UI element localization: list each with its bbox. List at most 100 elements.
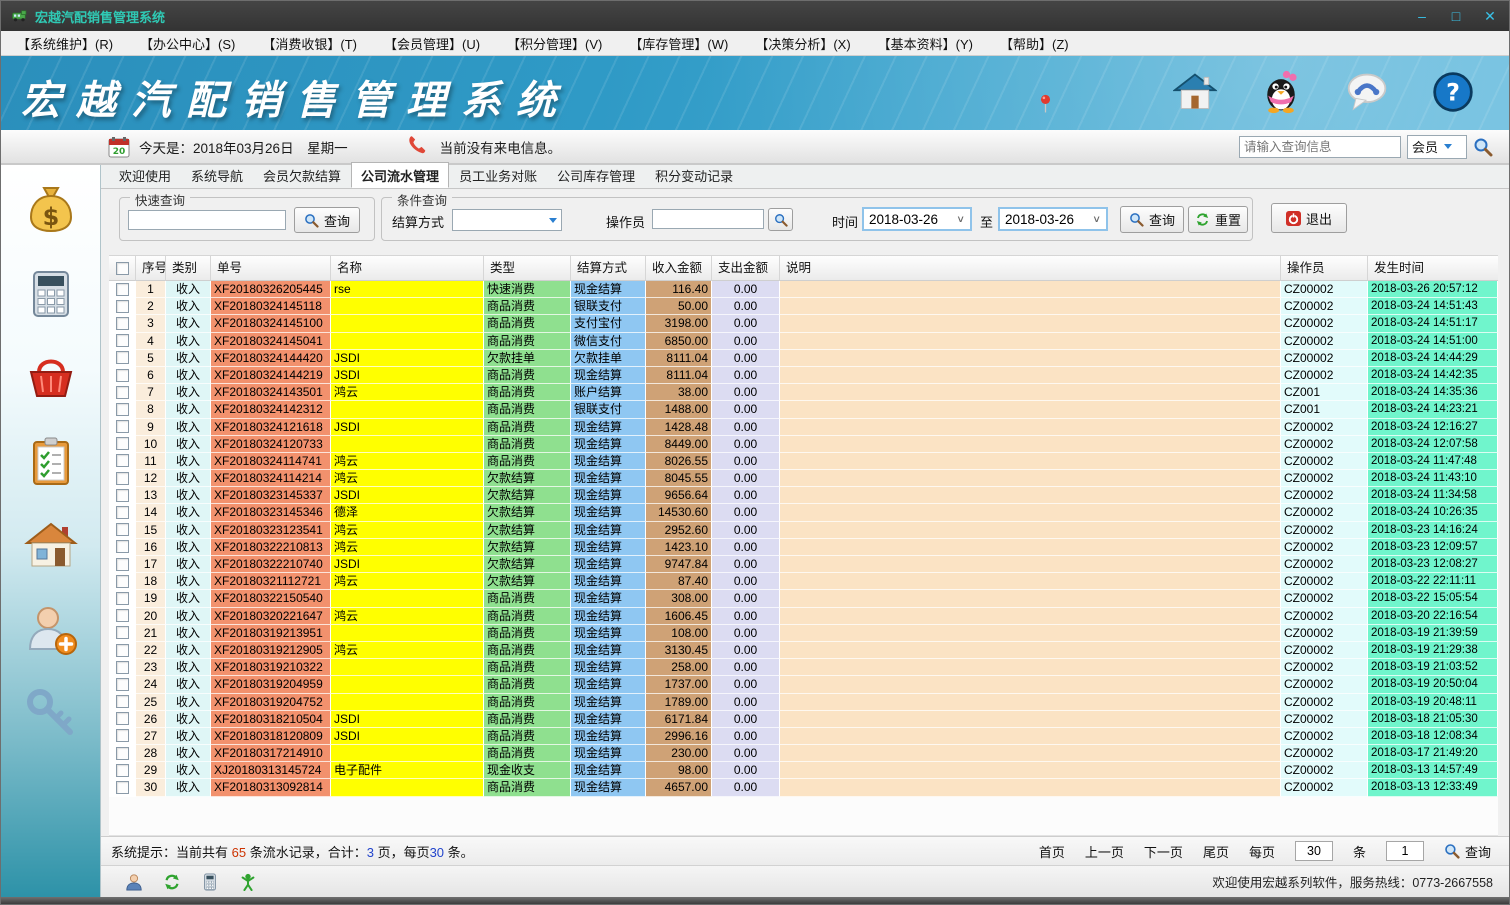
row-checkbox[interactable]	[116, 317, 129, 330]
table-row[interactable]: 3收入XF20180324145100商品消费支付宝付3198.000.00CZ…	[109, 315, 1498, 332]
row-checkbox[interactable]	[116, 403, 129, 416]
row-checkbox[interactable]	[116, 454, 129, 467]
quick-query-input[interactable]	[128, 210, 286, 230]
row-checkbox[interactable]	[116, 575, 129, 588]
condition-query-button[interactable]: 查询	[1120, 206, 1184, 233]
row-checkbox[interactable]	[116, 283, 129, 296]
menu-member[interactable]: 【会员管理】(U)	[384, 34, 480, 53]
menu-help[interactable]: 【帮助】(Z)	[1000, 34, 1069, 53]
row-checkbox[interactable]	[116, 781, 129, 794]
header-name[interactable]: 名称	[331, 255, 484, 281]
tab-system-nav[interactable]: 系统导航	[181, 162, 253, 188]
table-row[interactable]: 10收入XF20180324120733商品消费现金结算8449.000.00C…	[109, 436, 1498, 453]
member-search-input[interactable]	[1239, 136, 1401, 158]
table-row[interactable]: 20收入XF20180320221647鸿云商品消费现金结算1606.450.0…	[109, 608, 1498, 625]
row-checkbox[interactable]	[116, 712, 129, 725]
row-checkbox[interactable]	[116, 506, 129, 519]
header-operator[interactable]: 操作员	[1281, 255, 1368, 281]
select-all-checkbox[interactable]	[116, 262, 129, 275]
table-row[interactable]: 4收入XF20180324145041商品消费微信支付6850.000.00CZ…	[109, 333, 1498, 350]
row-checkbox[interactable]	[116, 300, 129, 313]
maximize-button[interactable]: □	[1447, 1, 1465, 31]
prev-page-button[interactable]: 上一页	[1085, 842, 1124, 861]
header-category[interactable]: 类别	[166, 255, 211, 281]
menu-inventory[interactable]: 【库存管理】(W)	[629, 34, 728, 53]
row-checkbox[interactable]	[116, 489, 129, 502]
row-checkbox[interactable]	[116, 386, 129, 399]
table-row[interactable]: 5收入XF20180324144420JSDI欠款挂单欠款挂单8111.040.…	[109, 350, 1498, 367]
date-from-select[interactable]: 2018-03-26 ∨	[862, 207, 972, 231]
header-type[interactable]: 类型	[484, 255, 571, 281]
table-row[interactable]: 6收入XF20180324144219JSDI商品消费现金结算8111.040.…	[109, 367, 1498, 384]
last-page-button[interactable]: 尾页	[1203, 842, 1229, 861]
money-bag-icon[interactable]: $	[24, 183, 78, 237]
row-checkbox[interactable]	[116, 369, 129, 382]
row-checkbox[interactable]	[116, 540, 129, 553]
header-index[interactable]: 序号	[136, 255, 166, 281]
row-checkbox[interactable]	[116, 695, 129, 708]
header-income[interactable]: 收入金额	[646, 255, 712, 281]
table-row[interactable]: 12收入XF20180324114214鸿云欠款结算现金结算8045.550.0…	[109, 470, 1498, 487]
header-time[interactable]: 发生时间	[1368, 255, 1498, 281]
search-icon[interactable]	[1473, 137, 1493, 157]
row-checkbox[interactable]	[116, 661, 129, 674]
row-checkbox[interactable]	[116, 351, 129, 364]
search-category-select[interactable]: 会员	[1407, 135, 1467, 159]
header-settle-method[interactable]: 结算方式	[571, 255, 646, 281]
refresh-icon[interactable]	[163, 873, 181, 891]
tab-company-flow[interactable]: 公司流水管理	[351, 162, 449, 188]
table-row[interactable]: 18收入XF20180321112721鸿云欠款结算现金结算87.400.00C…	[109, 573, 1498, 590]
close-button[interactable]: ✕	[1481, 1, 1499, 31]
qq-icon[interactable]	[1259, 70, 1303, 114]
person-icon[interactable]	[239, 873, 257, 891]
row-checkbox[interactable]	[116, 558, 129, 571]
tab-company-inventory[interactable]: 公司库存管理	[547, 162, 645, 188]
table-row[interactable]: 2收入XF20180324145118商品消费银联支付50.000.00CZ00…	[109, 298, 1498, 315]
row-checkbox[interactable]	[116, 437, 129, 450]
table-row[interactable]: 28收入XF20180317214910商品消费现金结算230.000.00CZ…	[109, 745, 1498, 762]
row-checkbox[interactable]	[116, 644, 129, 657]
operator-search-button[interactable]	[768, 208, 793, 231]
table-row[interactable]: 26收入XF20180318210504JSDI商品消费现金结算6171.840…	[109, 711, 1498, 728]
table-row[interactable]: 29收入XJ20180313145724电子配件现金收支现金结算98.000.0…	[109, 762, 1498, 779]
page-number-input[interactable]	[1386, 841, 1424, 861]
menu-office[interactable]: 【办公中心】(S)	[140, 34, 235, 53]
menu-analysis[interactable]: 【决策分析】(X)	[755, 34, 850, 53]
next-page-button[interactable]: 下一页	[1144, 842, 1183, 861]
settle-method-select[interactable]	[452, 209, 562, 231]
table-row[interactable]: 8收入XF20180324142312商品消费银联支付1488.000.00CZ…	[109, 401, 1498, 418]
per-page-input[interactable]	[1295, 841, 1333, 861]
header-description[interactable]: 说明	[780, 255, 1281, 281]
shopping-basket-icon[interactable]	[24, 351, 78, 405]
house-icon[interactable]	[24, 519, 78, 573]
tab-member-debt[interactable]: 会员欠款结算	[253, 162, 351, 188]
table-row[interactable]: 17收入XF20180322210740JSDI欠款结算现金结算9747.840…	[109, 556, 1498, 573]
table-row[interactable]: 25收入XF20180319204752商品消费现金结算1789.000.00C…	[109, 694, 1498, 711]
row-checkbox[interactable]	[116, 592, 129, 605]
reset-button[interactable]: 重置	[1188, 206, 1248, 233]
row-checkbox[interactable]	[116, 420, 129, 433]
table-row[interactable]: 15收入XF20180323123541鸿云欠款结算现金结算2952.600.0…	[109, 522, 1498, 539]
help-icon[interactable]: ?	[1431, 70, 1475, 114]
table-row[interactable]: 27收入XF20180318120809JSDI商品消费现金结算2996.160…	[109, 728, 1498, 745]
table-row[interactable]: 22收入XF20180319212905鸿云商品消费现金结算3130.450.0…	[109, 642, 1498, 659]
operator-input[interactable]	[652, 209, 764, 229]
first-page-button[interactable]: 首页	[1039, 842, 1065, 861]
minimize-button[interactable]: –	[1413, 1, 1431, 31]
table-row[interactable]: 19收入XF20180322150540商品消费现金结算308.000.00CZ…	[109, 590, 1498, 607]
tab-points-log[interactable]: 积分变动记录	[645, 162, 743, 188]
row-checkbox[interactable]	[116, 729, 129, 742]
menu-system[interactable]: 【系统维护】(R)	[17, 34, 113, 53]
checklist-icon[interactable]	[24, 435, 78, 489]
table-row[interactable]: 21收入XF20180319213951商品消费现金结算108.000.00CZ…	[109, 625, 1498, 642]
add-member-icon[interactable]	[24, 603, 78, 657]
table-row[interactable]: 23收入XF20180319210322商品消费现金结算258.000.00CZ…	[109, 659, 1498, 676]
row-checkbox[interactable]	[116, 764, 129, 777]
table-row[interactable]: 13收入XF20180323145337JSDI欠款结算现金结算9656.640…	[109, 487, 1498, 504]
menu-points[interactable]: 【积分管理】(V)	[507, 34, 602, 53]
menu-cashier[interactable]: 【消费收银】(T)	[262, 34, 357, 53]
select-all-header[interactable]	[109, 255, 136, 281]
row-checkbox[interactable]	[116, 609, 129, 622]
table-row[interactable]: 11收入XF20180324114741鸿云商品消费现金结算8026.550.0…	[109, 453, 1498, 470]
row-checkbox[interactable]	[116, 523, 129, 536]
